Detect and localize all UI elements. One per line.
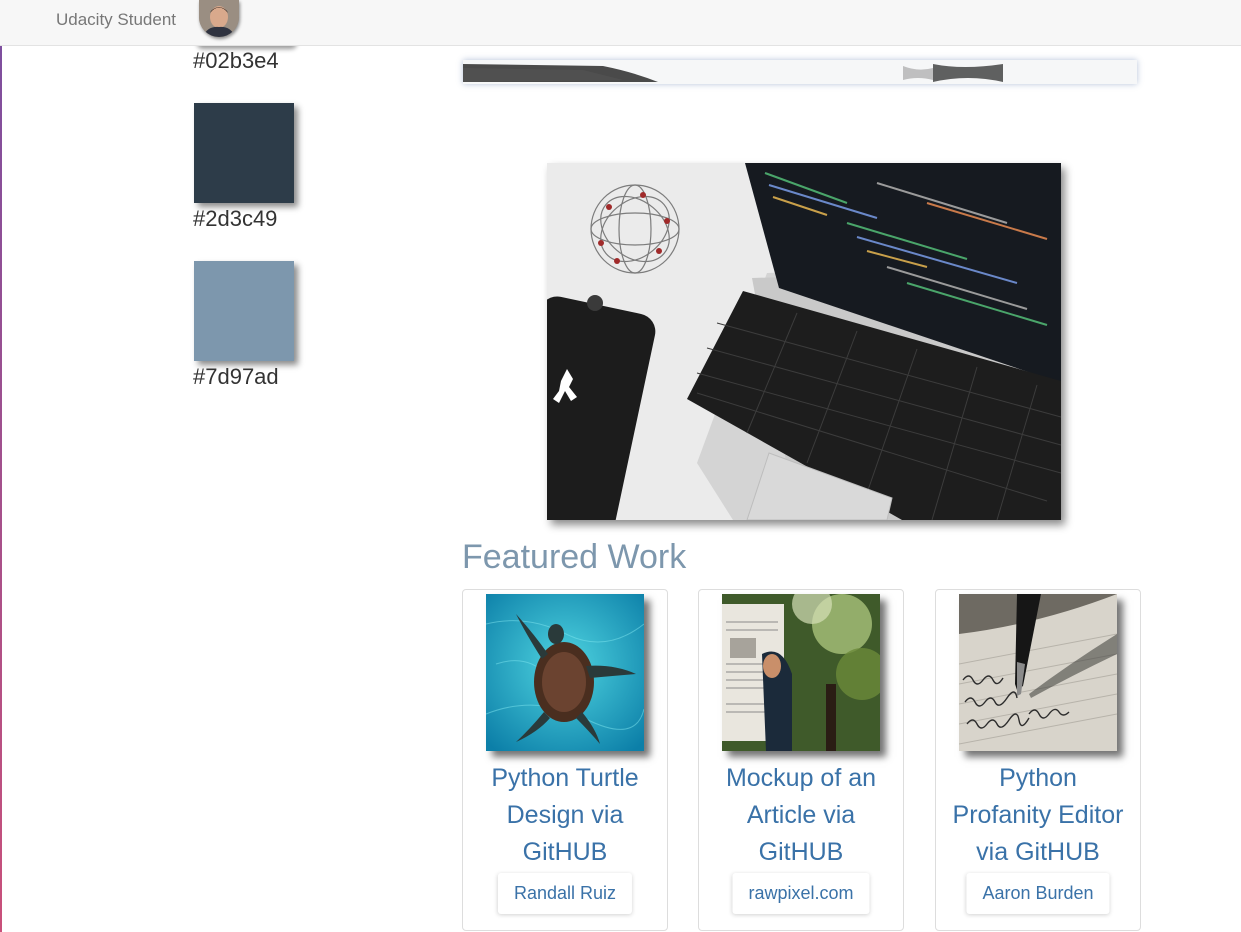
color-swatch (194, 261, 294, 361)
project-title-line[interactable]: Python (936, 760, 1140, 797)
project-title-line[interactable]: Profanity Editor (936, 797, 1140, 834)
avatar (199, 0, 239, 37)
project-title[interactable]: Python Turtle Design via GitHUB (463, 760, 667, 871)
window-edge (0, 0, 2, 932)
project-title-line[interactable]: Article via (699, 797, 903, 834)
swatch-label: #7d97ad (193, 364, 279, 389)
project-title-line[interactable]: GitHUB (699, 834, 903, 871)
project-thumbnail-newspaper[interactable] (722, 594, 880, 751)
project-thumbnail-turtle[interactable] (486, 594, 644, 751)
photo-credit-button[interactable]: Aaron Burden (966, 873, 1110, 914)
photo-credit-button[interactable]: Randall Ruiz (497, 873, 633, 914)
project-title-line[interactable]: Mockup of an (699, 760, 903, 797)
project-card: Python Turtle Design via GitHUB Randall … (462, 589, 668, 931)
project-title-line[interactable]: GitHUB (463, 834, 667, 871)
hero-image-laptop (547, 163, 1061, 520)
project-title-line[interactable]: Design via (463, 797, 667, 834)
project-title-line[interactable]: via GitHUB (936, 834, 1140, 871)
project-card: Python Profanity Editor via GitHUB Aaron… (935, 589, 1141, 931)
swatch-label: #2d3c49 (193, 206, 278, 231)
navbar: Udacity Student (0, 0, 1241, 46)
project-title[interactable]: Mockup of an Article via GitHUB (699, 760, 903, 871)
section-title: Featured Work (462, 538, 687, 576)
photo-credit-button[interactable]: rawpixel.com (732, 873, 870, 914)
project-card: Mockup of an Article via GitHUB rawpixel… (698, 589, 904, 931)
project-title[interactable]: Python Profanity Editor via GitHUB (936, 760, 1140, 871)
project-title-line[interactable]: Python Turtle (463, 760, 667, 797)
header-banner-image (463, 60, 1137, 84)
project-thumbnail-fountain-pen[interactable] (959, 594, 1117, 751)
page: Udacity Student #02b3e4 #2d3c49 #7d97ad (0, 0, 1241, 932)
color-swatch (194, 103, 294, 203)
swatch-label: #02b3e4 (193, 48, 279, 73)
navbar-brand[interactable]: Udacity Student (56, 10, 176, 30)
